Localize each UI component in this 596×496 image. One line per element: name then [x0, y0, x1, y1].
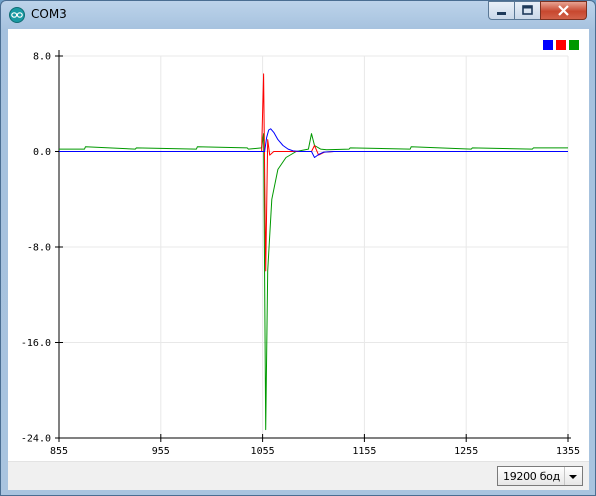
serial-plotter-window: COM3 8.0 0.0 -8.0 -16.0 -24.0 855 955 1055 1155 1…: [0, 0, 596, 496]
maximize-icon: [522, 5, 533, 15]
y-tick-label: 8.0: [33, 52, 51, 63]
series-green-line: [59, 133, 568, 431]
x-tick-label: 855: [50, 446, 68, 457]
x-tick-label: 955: [152, 446, 170, 457]
series-red-line: [59, 73, 568, 272]
plotter-area: 8.0 0.0 -8.0 -16.0 -24.0 855 955 1055 1155 1255 13…: [8, 29, 589, 490]
minimize-icon: [497, 12, 506, 15]
baud-rate-select[interactable]: 19200 бод: [497, 466, 583, 486]
baud-rate-value: 19200 бод: [503, 470, 560, 483]
y-tick-label: -16.0: [21, 338, 51, 349]
minimize-button[interactable]: [488, 1, 515, 20]
serial-plot: 8.0 0.0 -8.0 -16.0 -24.0855 955 1055 1155 1255 13…: [21, 40, 580, 457]
status-bar: 19200 бод: [8, 461, 589, 490]
legend-swatch-green: [569, 40, 579, 50]
maximize-button[interactable]: [514, 1, 541, 20]
y-tick-label: 0.0: [33, 147, 51, 158]
window-title: COM3: [31, 7, 67, 21]
x-tick-label: 1155: [352, 446, 376, 457]
x-tick-label: 1055: [251, 446, 275, 457]
x-tick-label: 1255: [454, 446, 478, 457]
x-tick-label: 1355: [556, 446, 580, 457]
arduino-icon: [9, 7, 25, 23]
close-button[interactable]: [540, 1, 587, 20]
legend-swatch-blue: [543, 40, 553, 50]
y-tick-label: -8.0: [27, 243, 51, 254]
close-icon: [558, 5, 569, 16]
legend-swatch-red: [556, 40, 566, 50]
title-bar[interactable]: COM3: [1, 1, 595, 29]
y-tick-label: -24.0: [21, 434, 51, 445]
chevron-down-icon[interactable]: [564, 467, 582, 485]
